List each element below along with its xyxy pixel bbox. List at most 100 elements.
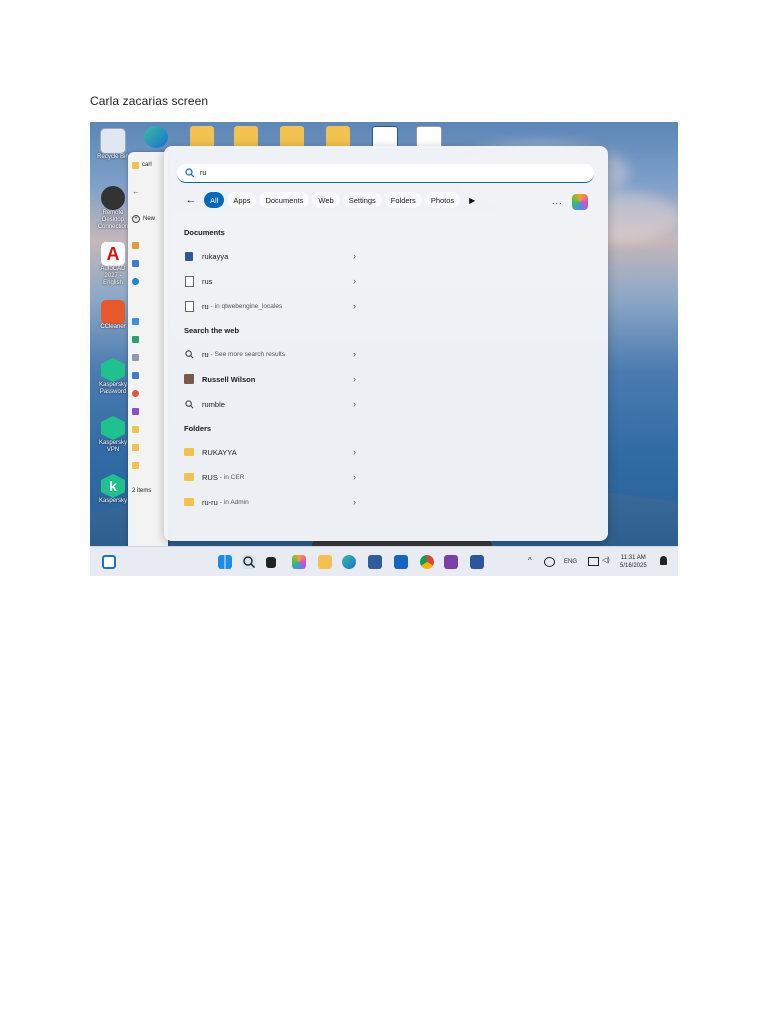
search-icon bbox=[185, 168, 195, 178]
clock-time: 11:31 AM bbox=[620, 555, 646, 561]
folders-section-heading: Folders bbox=[184, 424, 212, 433]
file-icon bbox=[184, 300, 194, 312]
volume-icon[interactable]: ◁) bbox=[602, 556, 610, 564]
pictures-icon bbox=[132, 371, 139, 379]
result-subtitle: - See more search results bbox=[210, 350, 286, 358]
more-options-button[interactable]: ... bbox=[552, 196, 563, 206]
edge-taskbar-icon[interactable] bbox=[342, 555, 356, 569]
search-input[interactable] bbox=[200, 169, 580, 177]
kaspersky-desktop-icon[interactable]: k Kaspersky bbox=[96, 474, 130, 505]
onenote-taskbar-icon[interactable] bbox=[444, 555, 458, 569]
folder-desktop-icon[interactable] bbox=[234, 126, 258, 148]
folder-icon bbox=[132, 161, 139, 169]
filter-folders[interactable]: Folders bbox=[384, 192, 422, 208]
documents-section-heading: Documents bbox=[184, 228, 225, 237]
store-taskbar-icon[interactable] bbox=[368, 555, 382, 569]
result-item[interactable]: rus › bbox=[184, 272, 356, 290]
desktop-icon-label: CCleaner bbox=[100, 324, 126, 330]
file-icon bbox=[184, 275, 194, 287]
search-box[interactable] bbox=[177, 164, 594, 183]
recycle-bin-desktop-icon[interactable]: Recycle Bin bbox=[96, 128, 130, 161]
page-heading: Carla zacarias screen bbox=[90, 94, 209, 108]
autocad-desktop-icon[interactable]: A AutoCAD 2027 - English bbox=[96, 242, 130, 287]
result-item[interactable]: Russell Wilson › bbox=[184, 370, 356, 388]
task-view-icon[interactable] bbox=[266, 557, 276, 568]
result-item[interactable]: RUKAYYA › bbox=[184, 443, 356, 461]
desktop-icon-label: Kaspersky VPN bbox=[98, 440, 127, 453]
copilot-taskbar-icon[interactable] bbox=[292, 555, 306, 569]
filter-documents[interactable]: Documents bbox=[259, 192, 310, 208]
ccleaner-desktop-icon[interactable]: CCleaner bbox=[96, 300, 130, 331]
widgets-icon[interactable] bbox=[102, 555, 116, 569]
result-item[interactable]: ru-ru - in Admin › bbox=[184, 493, 356, 511]
explorer-status: 2 items bbox=[132, 488, 152, 494]
filter-settings[interactable]: Settings bbox=[342, 192, 382, 208]
edge-desktop-icon[interactable] bbox=[144, 126, 168, 148]
desktop-icon-label: Kaspersky bbox=[98, 498, 127, 504]
result-item[interactable]: ru - See more search results › bbox=[184, 345, 356, 363]
file-explorer-window[interactable]: carl ← + New 2 items bbox=[128, 152, 168, 552]
result-title: RUS bbox=[202, 472, 218, 482]
back-arrow-icon[interactable]: ← bbox=[184, 193, 198, 207]
file-explorer-taskbar-icon[interactable] bbox=[318, 555, 332, 569]
word-taskbar-icon[interactable] bbox=[470, 555, 484, 569]
chevron-right-icon: › bbox=[353, 497, 356, 507]
chevron-up-icon[interactable]: ^ bbox=[528, 556, 532, 565]
more-filters-arrow-icon[interactable]: ▶ bbox=[469, 196, 475, 205]
search-taskbar-icon[interactable] bbox=[242, 555, 256, 569]
folder-desktop-icon[interactable] bbox=[280, 126, 304, 148]
folder-icon bbox=[132, 461, 139, 469]
chevron-right-icon: › bbox=[353, 399, 356, 409]
notification-bell-icon[interactable] bbox=[660, 556, 667, 565]
embedded-screenshot: Recycle Bin Remote Desktop Connection A … bbox=[90, 122, 678, 576]
result-item[interactable]: rukayya › bbox=[184, 247, 356, 265]
back-arrow-icon[interactable]: ← bbox=[132, 186, 140, 196]
web-section-heading: Search the web bbox=[184, 326, 240, 335]
new-button[interactable]: + New bbox=[132, 214, 155, 224]
search-icon bbox=[184, 399, 194, 409]
folder-desktop-icon[interactable] bbox=[190, 126, 214, 148]
desktop-icon-label: Remote Desktop Connection bbox=[97, 210, 129, 230]
language-indicator[interactable]: ENG bbox=[564, 559, 577, 565]
network-icon[interactable] bbox=[544, 557, 555, 567]
chrome-taskbar-icon[interactable] bbox=[420, 555, 434, 569]
result-subtitle: - in qtwebengine_locales bbox=[210, 302, 283, 310]
copilot-icon[interactable] bbox=[572, 194, 588, 210]
kaspersky-password-icon bbox=[101, 358, 125, 382]
taskbar: ^ ENG ◁) 11:31 AM 5/16/2025 bbox=[90, 546, 678, 576]
chevron-right-icon: › bbox=[353, 447, 356, 457]
filter-photos[interactable]: Photos bbox=[424, 192, 461, 208]
remote-desktop-icon bbox=[101, 186, 125, 210]
filter-web[interactable]: Web bbox=[312, 192, 340, 208]
gallery-icon bbox=[132, 259, 139, 267]
filter-apps[interactable]: Apps bbox=[227, 192, 257, 208]
search-icon bbox=[184, 349, 194, 359]
recycle-bin-icon bbox=[100, 128, 126, 154]
result-item[interactable]: RUS - in CER › bbox=[184, 468, 356, 486]
explorer-title: carl bbox=[142, 162, 152, 168]
folder-icon bbox=[132, 443, 139, 451]
result-title: rukayya bbox=[202, 251, 229, 261]
result-title: rumble bbox=[202, 399, 225, 409]
clock[interactable]: 11:31 AM 5/16/2025 bbox=[620, 554, 647, 570]
result-item[interactable]: ru - in qtwebengine_locales › bbox=[184, 297, 356, 315]
home-icon bbox=[132, 241, 139, 249]
folder-desktop-icon[interactable] bbox=[326, 126, 350, 148]
filter-all[interactable]: All bbox=[204, 192, 225, 208]
display-icon[interactable] bbox=[588, 557, 599, 566]
folder-icon bbox=[184, 472, 194, 482]
outlook-taskbar-icon[interactable] bbox=[394, 555, 408, 569]
kaspersky-vpn-desktop-icon[interactable]: Kaspersky VPN bbox=[96, 416, 130, 454]
chevron-right-icon: › bbox=[353, 472, 356, 482]
chevron-right-icon: › bbox=[353, 301, 356, 311]
kaspersky-password-desktop-icon[interactable]: Kaspersky Password bbox=[96, 358, 130, 396]
result-title: rus bbox=[202, 276, 213, 286]
folder-icon bbox=[184, 447, 194, 457]
chevron-right-icon: › bbox=[353, 251, 356, 261]
result-item[interactable]: rumble › bbox=[184, 395, 356, 413]
windows-search-panel: ← All Apps Documents Web Settings Folder… bbox=[164, 146, 608, 541]
documents-folder-icon bbox=[132, 353, 139, 361]
result-title: ru-ru bbox=[202, 497, 218, 507]
remote-desktop-desktop-icon[interactable]: Remote Desktop Connection bbox=[96, 186, 130, 231]
start-icon[interactable] bbox=[218, 555, 232, 569]
